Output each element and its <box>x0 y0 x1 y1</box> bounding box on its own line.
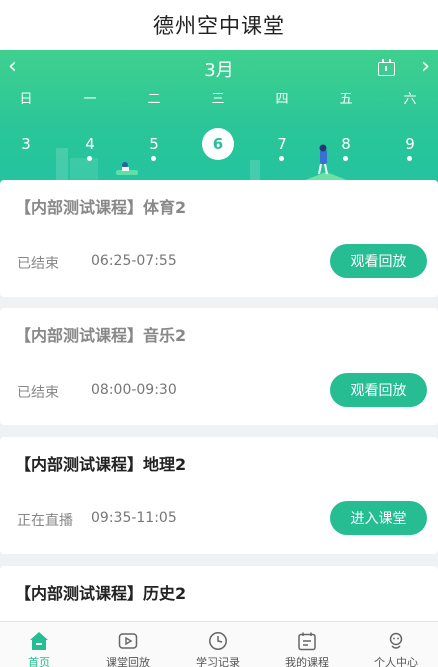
tab-label: 课堂回放 <box>106 656 150 667</box>
month-label: 3月 <box>204 60 234 81</box>
selected-date-number: 6 <box>202 128 234 160</box>
course-card[interactable]: 【内部测试课程】音乐2 已结束 08:00-09:30 观看回放 <box>0 308 438 425</box>
course-title: 【内部测试课程】历史2 <box>15 584 187 603</box>
clock-icon <box>209 632 227 650</box>
enter-classroom-button[interactable]: 进入课堂 <box>330 501 427 535</box>
weekday-label: 三 <box>211 92 225 107</box>
tab-label: 个人中心 <box>374 656 418 667</box>
date-cell[interactable]: 3 <box>6 128 46 160</box>
has-course-dot <box>279 156 284 161</box>
course-status: 已结束 <box>17 385 59 401</box>
tab-label: 我的课程 <box>285 656 329 667</box>
course-title: 【内部测试课程】地理2 <box>15 455 187 474</box>
home-icon <box>30 632 48 650</box>
date-cell[interactable]: 4 <box>70 128 110 161</box>
has-course-dot <box>343 156 348 161</box>
next-month-button[interactable]: › <box>421 56 430 78</box>
app-title: 德州空中课堂 <box>153 14 285 38</box>
tab-label: 学习记录 <box>196 656 240 667</box>
course-status: 已结束 <box>17 256 59 272</box>
course-title: 【内部测试课程】音乐2 <box>15 326 187 345</box>
student-illustration-icon <box>116 162 138 175</box>
watch-replay-button[interactable]: 观看回放 <box>330 373 427 407</box>
tab-my-courses[interactable]: 我的课程 <box>263 622 351 667</box>
date-cell[interactable]: 9 <box>390 128 430 161</box>
date-cell[interactable]: 7 <box>262 128 302 161</box>
has-course-dot <box>151 156 156 161</box>
course-time: 08:00-09:30 <box>91 382 177 398</box>
tab-home[interactable]: 首页 <box>0 622 83 667</box>
course-card[interactable]: 【内部测试课程】地理2 正在直播 09:35-11:05 进入课堂 <box>0 437 438 554</box>
date-number: 3 <box>21 135 31 153</box>
tab-profile[interactable]: 个人中心 <box>352 622 438 667</box>
date-cell[interactable]: 8 <box>326 128 366 161</box>
has-course-dot <box>407 156 412 161</box>
tab-history[interactable]: 学习记录 <box>174 622 262 667</box>
course-status: 正在直播 <box>17 513 73 529</box>
course-title: 【内部测试课程】体育2 <box>15 198 187 217</box>
has-course-dot <box>87 156 92 161</box>
weekday-label: 五 <box>339 92 353 107</box>
bottom-tab-bar: 首页 课堂回放 学习记录 我的课程 个人中心 <box>0 621 438 667</box>
tab-label: 首页 <box>28 656 50 667</box>
calendar-icon <box>298 632 316 651</box>
tab-replay[interactable]: 课堂回放 <box>84 622 172 667</box>
weekday-label: 六 <box>403 92 417 107</box>
today-icon[interactable] <box>378 59 395 76</box>
course-card[interactable]: 【内部测试课程】体育2 已结束 06:25-07:55 观看回放 <box>0 180 438 297</box>
play-icon <box>118 633 138 649</box>
weekday-label: 四 <box>275 92 289 107</box>
date-cell-selected[interactable]: 6 <box>198 128 238 160</box>
course-time: 09:35-11:05 <box>91 510 177 526</box>
weekday-label: 二 <box>147 92 161 107</box>
calendar-header: ‹ 3月 › 日 一 二 三 四 五 六 3 4 5 6 7 8 9 <box>0 50 438 190</box>
date-cell[interactable]: 5 <box>134 128 174 161</box>
watch-replay-button[interactable]: 观看回放 <box>330 244 427 278</box>
user-icon <box>389 632 403 649</box>
course-time: 06:25-07:55 <box>91 253 177 269</box>
weekday-label: 日 <box>19 92 33 107</box>
top-bar: 德州空中课堂 <box>0 0 438 50</box>
weekday-label: 一 <box>83 92 97 107</box>
